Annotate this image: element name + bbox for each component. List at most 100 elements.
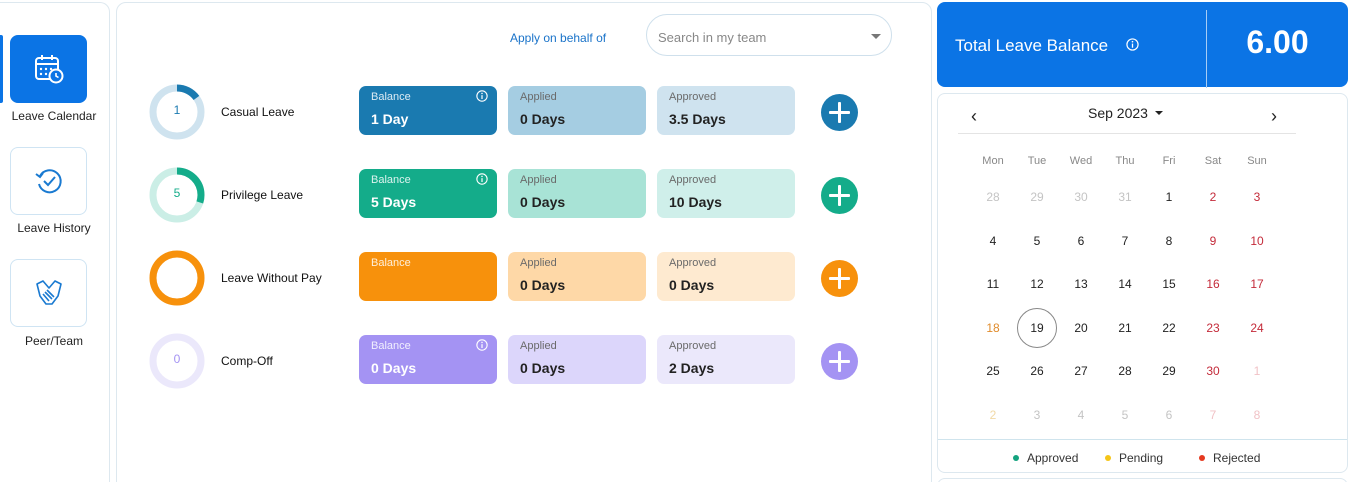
calendar-day[interactable]: 1 (1235, 364, 1279, 378)
calendar-day[interactable]: 2 (971, 408, 1015, 422)
calendar-day[interactable]: 3 (1015, 408, 1059, 422)
apply-on-behalf-link[interactable]: Apply on behalf of (510, 31, 606, 45)
balance-ring-value: 0 (173, 352, 181, 366)
calendar-day[interactable]: 29 (1147, 364, 1191, 378)
calendar-day[interactable]: 17 (1235, 277, 1279, 291)
calendar-day[interactable]: 15 (1147, 277, 1191, 291)
team-search-dropdown[interactable]: Search in my team (646, 14, 892, 56)
info-icon[interactable] (476, 173, 488, 185)
calendar-day[interactable]: 21 (1103, 321, 1147, 335)
approved-label: Approved (669, 257, 717, 269)
calendar-day[interactable]: 6 (1147, 408, 1191, 422)
calendar-day[interactable]: 7 (1191, 408, 1235, 422)
calendar-day[interactable]: 8 (1235, 408, 1279, 422)
calendar-day[interactable]: 6 (1059, 234, 1103, 248)
legend-dot (1013, 454, 1019, 461)
total-leave-balance-card: Total Leave Balance 6.00 (937, 2, 1348, 88)
weekday-header: Thu (1115, 155, 1135, 167)
legend-dot (1199, 454, 1205, 461)
calendar-day[interactable]: 8 (1147, 234, 1191, 248)
leave-type-name: Comp-Off (221, 354, 273, 368)
apply-leave-button[interactable] (821, 343, 858, 380)
history-icon (34, 169, 62, 194)
legend-item: Rejected (1199, 451, 1260, 465)
calendar-day[interactable]: 29 (1015, 190, 1059, 204)
chevron-left-icon[interactable]: ‹ (971, 106, 977, 127)
balance-ring-value: 1 (173, 103, 181, 117)
calendar-day[interactable]: 19 (1015, 321, 1059, 335)
balance-value: 1 Day (371, 111, 409, 127)
calendar-day[interactable]: 2 (1191, 190, 1235, 204)
calendar-day[interactable]: 5 (1103, 408, 1147, 422)
weekday-header: Tue (1027, 155, 1047, 167)
applied-value: 0 Days (520, 194, 566, 210)
approved-card: Approved 3.5 Days (657, 86, 795, 135)
legend-label: Rejected (1213, 451, 1261, 465)
leave-dashboard: Leave Calendar Leave History Peer/Team A… (0, 0, 1351, 482)
calendar-day[interactable]: 1 (1147, 190, 1191, 204)
sidebar-item-leave-calendar[interactable] (10, 35, 87, 103)
applied-label: Applied (520, 257, 557, 269)
calendar-day[interactable]: 24 (1235, 321, 1279, 335)
calendar-day[interactable]: 13 (1059, 277, 1103, 291)
balance-value: 5 Days (371, 194, 417, 210)
calendar-day[interactable]: 30 (1191, 364, 1235, 378)
balance-label: Balance (371, 174, 411, 186)
info-icon[interactable] (476, 339, 488, 351)
sidebar-item-leave-history[interactable] (10, 147, 87, 215)
legend-label: Pending (1119, 451, 1164, 465)
calendar-day[interactable]: 23 (1191, 321, 1235, 335)
calendar-day[interactable]: 16 (1191, 277, 1235, 291)
calendar-month-selector[interactable]: Sep 2023 (1088, 105, 1148, 121)
apply-leave-button[interactable] (821, 177, 858, 214)
leave-type-name: Privilege Leave (221, 188, 304, 202)
balance-card: Balance 0 Days (359, 335, 497, 384)
balance-label: Balance (371, 257, 411, 269)
calendar-day[interactable]: 28 (971, 190, 1015, 204)
calendar-day[interactable]: 4 (971, 234, 1015, 248)
calendar-day[interactable]: 18 (971, 321, 1015, 335)
handshake-icon (35, 280, 62, 305)
approved-value: 3.5 Days (669, 111, 726, 127)
applied-label: Applied (520, 174, 557, 186)
calendar-day[interactable]: 28 (1103, 364, 1147, 378)
calendar-day[interactable]: 12 (1015, 277, 1059, 291)
balance-ring (149, 250, 205, 306)
applied-card: Applied 0 Days (508, 252, 646, 301)
calendar-day[interactable]: 22 (1147, 321, 1191, 335)
calendar-day[interactable]: 30 (1059, 190, 1103, 204)
caret-down-icon[interactable] (1155, 111, 1163, 115)
legend-dot (1105, 454, 1111, 461)
calendar-day[interactable]: 11 (971, 277, 1015, 291)
approved-value: 0 Days (669, 277, 715, 293)
balance-label: Balance (371, 340, 411, 352)
apply-leave-button[interactable] (821, 260, 858, 297)
divider (958, 133, 1296, 134)
info-icon[interactable] (1126, 38, 1139, 51)
calendar-day[interactable]: 27 (1059, 364, 1103, 378)
calendar-day[interactable]: 20 (1059, 321, 1103, 335)
weekday-header: Mon (982, 155, 1004, 167)
chevron-right-icon[interactable]: › (1271, 106, 1277, 127)
calendar-day[interactable]: 7 (1103, 234, 1147, 248)
calendar-day[interactable]: 5 (1015, 234, 1059, 248)
divider (938, 439, 1347, 440)
calendar-day[interactable]: 25 (971, 364, 1015, 378)
calendar-day[interactable]: 3 (1235, 190, 1279, 204)
calendar-day[interactable]: 4 (1059, 408, 1103, 422)
calendar-day[interactable]: 10 (1235, 234, 1279, 248)
apply-leave-button[interactable] (821, 94, 858, 131)
calendar-day[interactable]: 9 (1191, 234, 1235, 248)
approved-card: Approved 0 Days (657, 252, 795, 301)
weekday-header: Sun (1247, 155, 1267, 167)
calendar-day[interactable]: 14 (1103, 277, 1147, 291)
approved-value: 10 Days (669, 194, 722, 210)
leave-type-name: Casual Leave (221, 105, 295, 119)
weekday-header: Fri (1162, 155, 1176, 167)
calendar-day[interactable]: 31 (1103, 190, 1147, 204)
calendar-day[interactable]: 26 (1015, 364, 1059, 378)
search-placeholder: Search in my team (658, 30, 767, 45)
sidebar-item-peer-team[interactable] (10, 259, 87, 327)
leave-row: 1 Casual Leave Balance 1 Day Applied 0 Days Ap… (117, 84, 933, 140)
info-icon[interactable] (476, 90, 488, 102)
